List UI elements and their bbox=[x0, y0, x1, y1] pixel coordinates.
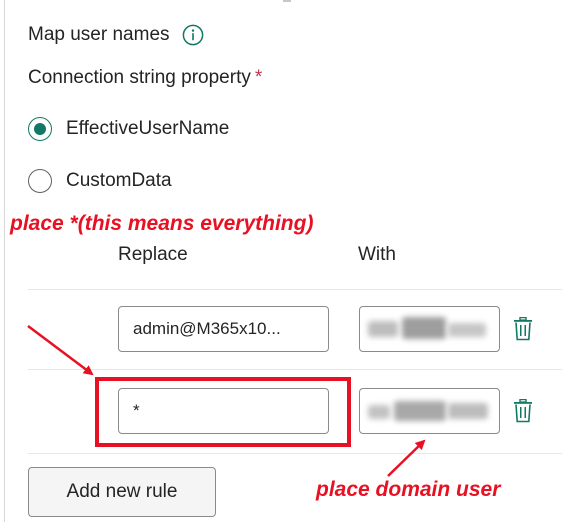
annotation-place-domain-user: place domain user bbox=[316, 478, 501, 501]
divider bbox=[28, 453, 562, 454]
connection-string-label: Connection string property * bbox=[28, 67, 263, 88]
column-header-with: With bbox=[358, 244, 396, 265]
divider bbox=[28, 369, 562, 370]
map-user-names-header: Map user names bbox=[28, 24, 204, 46]
panel-left-border bbox=[4, 0, 5, 522]
delete-rule-icon[interactable] bbox=[513, 316, 533, 341]
radio-button-unchecked[interactable] bbox=[28, 169, 52, 193]
with-input-redacted[interactable] bbox=[359, 388, 500, 434]
radio-label: EffectiveUserName bbox=[66, 118, 230, 139]
annotation-arrow-left bbox=[27, 325, 94, 376]
divider bbox=[28, 289, 562, 290]
radio-effective-user-name[interactable]: EffectiveUserName bbox=[28, 117, 229, 141]
add-new-rule-button[interactable]: Add new rule bbox=[28, 467, 216, 517]
info-icon[interactable] bbox=[182, 24, 204, 46]
delete-rule-icon[interactable] bbox=[513, 398, 533, 423]
with-input-redacted[interactable] bbox=[359, 306, 500, 352]
column-header-replace: Replace bbox=[118, 244, 188, 265]
section-title: Map user names bbox=[28, 24, 170, 45]
radio-custom-data[interactable]: CustomData bbox=[28, 169, 172, 193]
panel-top-tick bbox=[283, 0, 291, 2]
radio-button-checked[interactable] bbox=[28, 117, 52, 141]
annotation-arrow-bottom bbox=[387, 439, 426, 477]
annotation-highlight-box bbox=[95, 377, 351, 447]
annotation-place-star: place *(this means everything) bbox=[10, 212, 314, 235]
radio-label: CustomData bbox=[66, 170, 172, 191]
required-marker: * bbox=[254, 67, 263, 88]
replace-input[interactable]: admin@M365x10... bbox=[118, 306, 329, 352]
